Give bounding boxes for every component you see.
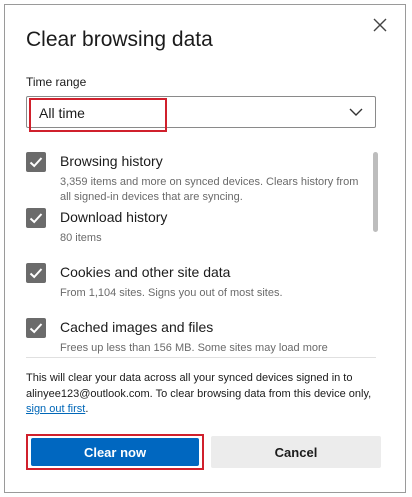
browsing-history-checkbox[interactable]	[26, 152, 46, 172]
cancel-button[interactable]: Cancel	[211, 436, 381, 468]
time-range-label: Time range	[26, 75, 87, 89]
cached-images-label: Cached images and files	[60, 319, 214, 335]
time-range-value: All time	[39, 105, 85, 121]
cookies-label: Cookies and other site data	[60, 264, 231, 280]
sync-notice-text: This will clear your data across all you…	[26, 372, 372, 400]
browsing-history-label: Browsing history	[60, 153, 163, 169]
cookies-checkbox[interactable]	[26, 263, 46, 283]
close-button[interactable]	[369, 14, 391, 36]
sync-notice-end: .	[85, 403, 89, 415]
clear-now-button[interactable]: Clear now	[31, 438, 199, 466]
download-history-description: 80 items	[60, 232, 102, 244]
cookies-description: From 1,104 sites. Signs you out of most …	[60, 287, 283, 299]
dialog-title: Clear browsing data	[26, 28, 213, 51]
time-range-select[interactable]: All time	[26, 96, 376, 128]
checkmark-icon	[29, 268, 43, 279]
download-history-label: Download history	[60, 209, 168, 225]
sync-notice: This will clear your data across all you…	[26, 371, 382, 418]
list-scrollbar[interactable]	[373, 152, 378, 232]
browsing-history-description: 3,359 items and more on synced devices. …	[60, 176, 359, 203]
chevron-down-icon	[349, 108, 363, 116]
download-history-checkbox[interactable]	[26, 208, 46, 228]
checkmark-icon	[29, 213, 43, 224]
checkmark-icon	[29, 157, 43, 168]
sign-out-link[interactable]: sign out first	[26, 403, 85, 415]
close-icon	[373, 18, 387, 32]
divider	[26, 357, 376, 358]
cached-images-description: Frees up less than 156 MB. Some sites ma…	[60, 342, 328, 354]
data-type-list: Browsing history 3,359 items and more on…	[26, 148, 366, 356]
checkmark-icon	[29, 323, 43, 334]
cached-images-checkbox[interactable]	[26, 318, 46, 338]
